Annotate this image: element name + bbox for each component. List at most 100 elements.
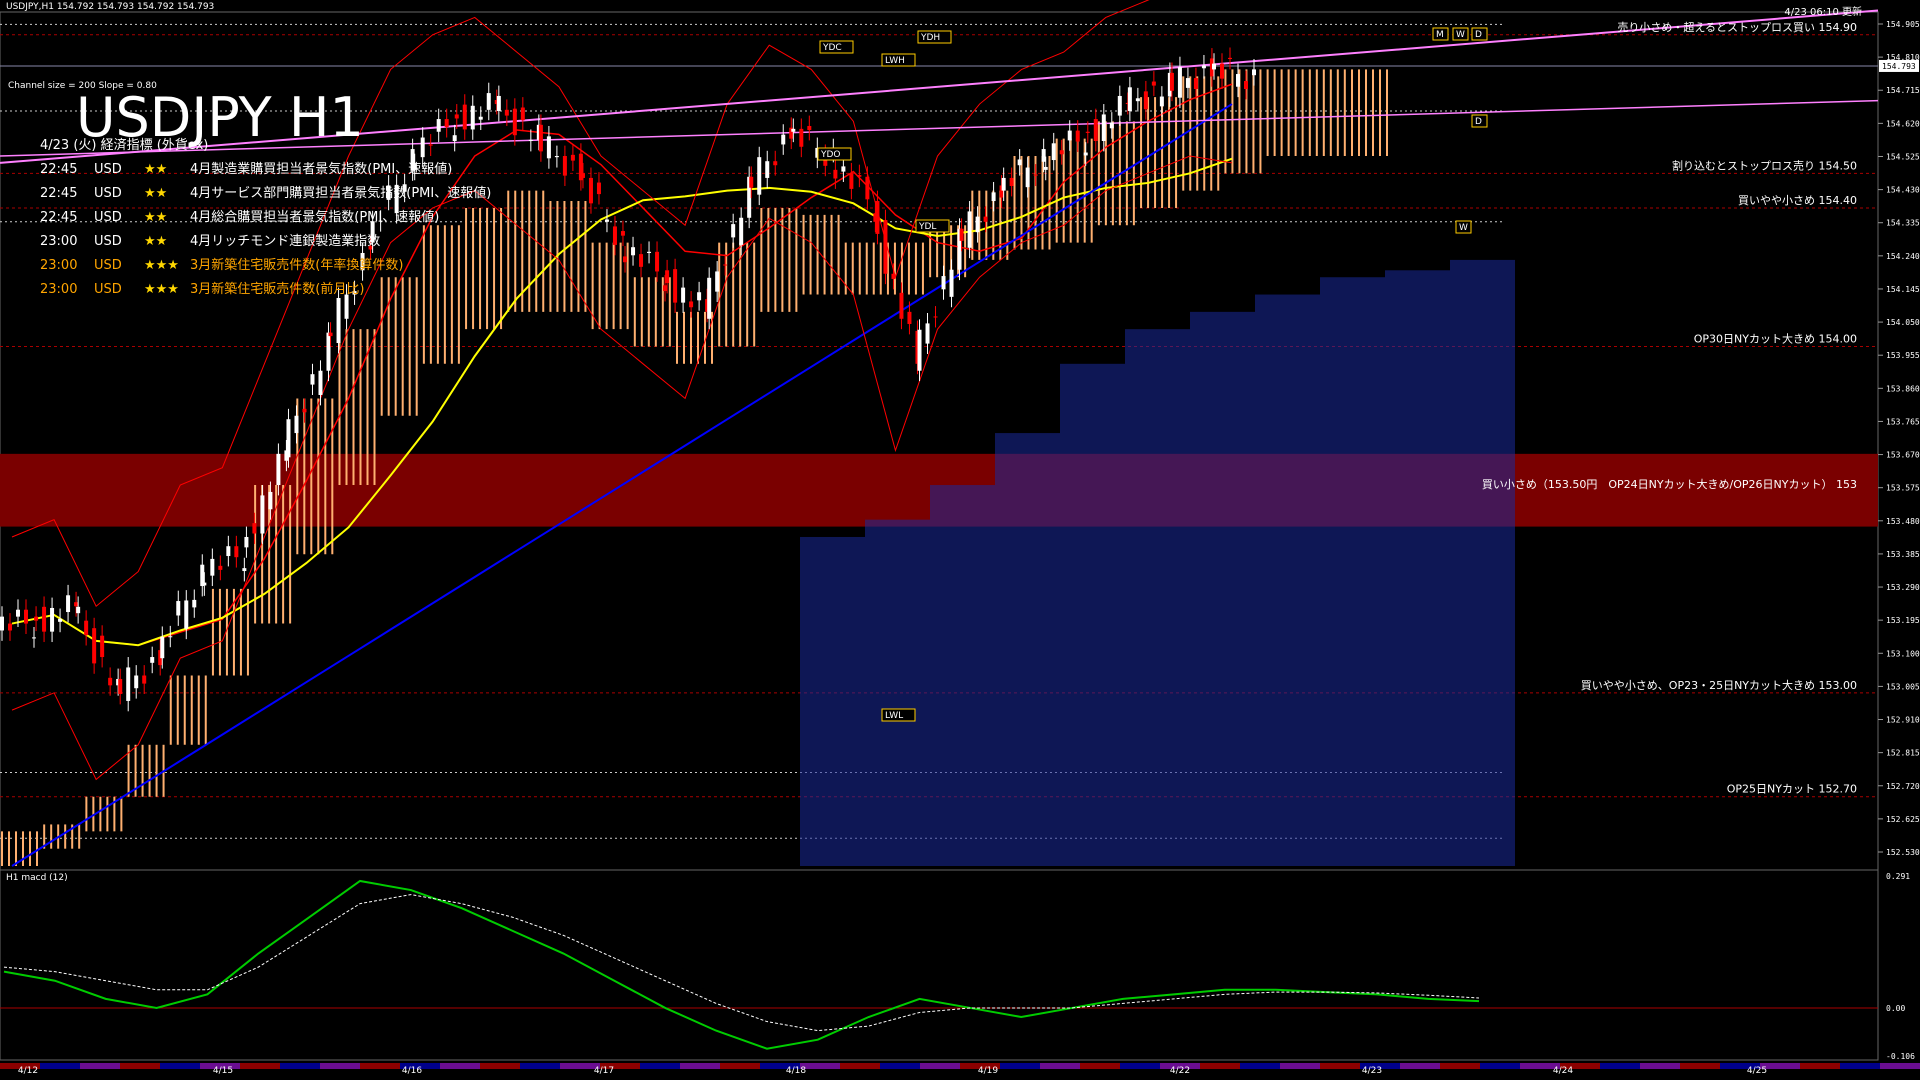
price-tick-label: 154.620	[1886, 119, 1920, 128]
candle-body	[126, 667, 131, 701]
candle-body	[76, 606, 81, 614]
candle-body	[757, 157, 762, 195]
candle-body	[286, 419, 291, 458]
candle-body	[428, 144, 433, 146]
price-tick-label: 153.385	[1886, 550, 1920, 559]
date-axis: 4/12 4/15 4/16 4/17 4/18 4/19 4/22 4/23 4/24 4/25	[0, 1063, 1920, 1076]
marker-ydh: YDH	[920, 33, 940, 43]
candle-body	[470, 105, 475, 130]
candle-body	[941, 276, 946, 290]
session-strip	[360, 1063, 400, 1069]
chart-canvas[interactable]: YDHYDCLWHYDOYDLLWLM W DDW 売り小さめ・超えるとストップロス…	[0, 0, 1920, 1080]
candle-body	[1109, 122, 1114, 129]
candle-body	[1236, 74, 1240, 87]
candle-body	[959, 228, 964, 241]
session-strip	[1040, 1063, 1080, 1069]
session-strip	[920, 1063, 960, 1069]
price-tick-label: 152.720	[1886, 782, 1920, 791]
event-currency-4: USD	[94, 258, 122, 273]
annotation-text-0: 売り小さめ・超えるとストップロス買い 154.90	[1617, 20, 1857, 34]
candle-body	[1228, 57, 1232, 60]
candle-body	[991, 192, 996, 202]
macd-label: H1 macd (12)	[6, 873, 68, 883]
date-label-2: 4/16	[402, 1066, 422, 1076]
candle-body	[949, 269, 954, 297]
candle-body	[242, 568, 247, 572]
candle-body	[865, 176, 870, 200]
session-strip	[1000, 1063, 1040, 1069]
marker-ydc: YDC	[822, 43, 842, 53]
bear-cloud-segment	[1060, 363, 1125, 866]
candle-body	[234, 546, 239, 558]
candle-body	[202, 582, 207, 586]
candle-body	[554, 156, 559, 158]
bear-cloud-segment	[1125, 329, 1190, 866]
candle-body	[192, 599, 197, 608]
candle-body	[715, 271, 720, 292]
candle-body	[883, 220, 888, 274]
price-tick-label: 154.145	[1886, 285, 1920, 294]
candle-body	[857, 175, 862, 177]
price-tick-label: 153.005	[1886, 682, 1920, 691]
candle-body	[1143, 91, 1148, 110]
candle-body	[975, 216, 980, 233]
candle-body	[1135, 98, 1140, 102]
macd-tick-1: 0.00	[1886, 1004, 1905, 1013]
marker-ydo: YDO	[820, 150, 841, 160]
price-tick-label: 153.765	[1886, 417, 1920, 426]
candle-body	[520, 107, 525, 121]
annotation-text-6: OP25日NYカット 152.70	[1727, 783, 1857, 796]
candle-body	[1252, 69, 1256, 76]
price-tick-label: 154.905	[1886, 20, 1920, 29]
annotation-text-3: OP30日NYカット大きめ 154.00	[1694, 331, 1857, 345]
candle-body	[210, 558, 215, 576]
event-name-4: 3月新築住宅販売件数(年率換算件数)	[190, 257, 403, 273]
session-strip	[80, 1063, 120, 1069]
candle-body	[420, 137, 425, 158]
candle-body	[142, 675, 147, 684]
event-currency-2: USD	[94, 210, 122, 225]
events-title: 4/23 (火) 経済指標 (外貨ex)	[40, 137, 208, 153]
bear-cloud-segment	[800, 536, 865, 866]
candle-body	[1185, 78, 1190, 88]
event-name-1: 4月サービス部門購買担当者景気指数(PMI、速報値)	[190, 185, 491, 201]
session-strip	[40, 1063, 80, 1069]
session-strip	[1680, 1063, 1720, 1069]
event-stars-2: ★★	[144, 210, 167, 225]
marker-m: M	[1436, 30, 1444, 40]
event-name-2: 4月総合購買担当者景気指数(PMI、速報値)	[190, 209, 439, 225]
candle-body	[1169, 72, 1174, 91]
candle-body	[899, 292, 904, 319]
candle-body	[528, 139, 533, 141]
candle-body	[260, 495, 265, 534]
session-strip	[840, 1063, 880, 1069]
candle-body	[562, 156, 567, 176]
event-name-5: 3月新築住宅販売件数(前月比)	[190, 281, 364, 297]
candle-body	[773, 161, 778, 166]
candle-body	[833, 169, 838, 179]
price-tick-label: 153.480	[1886, 517, 1920, 526]
candle-body	[118, 678, 123, 694]
annotation-text-2: 買いやや小さめ 154.40	[1738, 194, 1857, 207]
bear-cloud-segment	[995, 433, 1060, 866]
date-label-9: 4/25	[1747, 1066, 1767, 1076]
event-stars-1: ★★	[144, 186, 167, 201]
macd-tick-2: -0.106	[1886, 1052, 1915, 1061]
candle-body	[663, 285, 668, 292]
event-time-1: 22:45	[40, 186, 77, 201]
candle-body	[723, 264, 728, 266]
candle-body	[849, 173, 854, 189]
candle-body	[310, 374, 315, 385]
price-tick-label: 154.715	[1886, 86, 1920, 95]
event-currency-1: USD	[94, 186, 122, 201]
candle-body	[623, 256, 628, 263]
candle-body	[791, 128, 796, 132]
event-currency-0: USD	[94, 162, 122, 177]
session-strip	[1440, 1063, 1480, 1069]
candle-body	[1085, 131, 1090, 133]
candle-body	[1075, 130, 1080, 142]
session-strip	[640, 1063, 680, 1069]
event-name-0: 4月製造業購買担当者景気指数(PMI、速報値)	[190, 161, 452, 177]
candle-body	[612, 226, 617, 245]
event-stars-0: ★★	[144, 162, 167, 177]
